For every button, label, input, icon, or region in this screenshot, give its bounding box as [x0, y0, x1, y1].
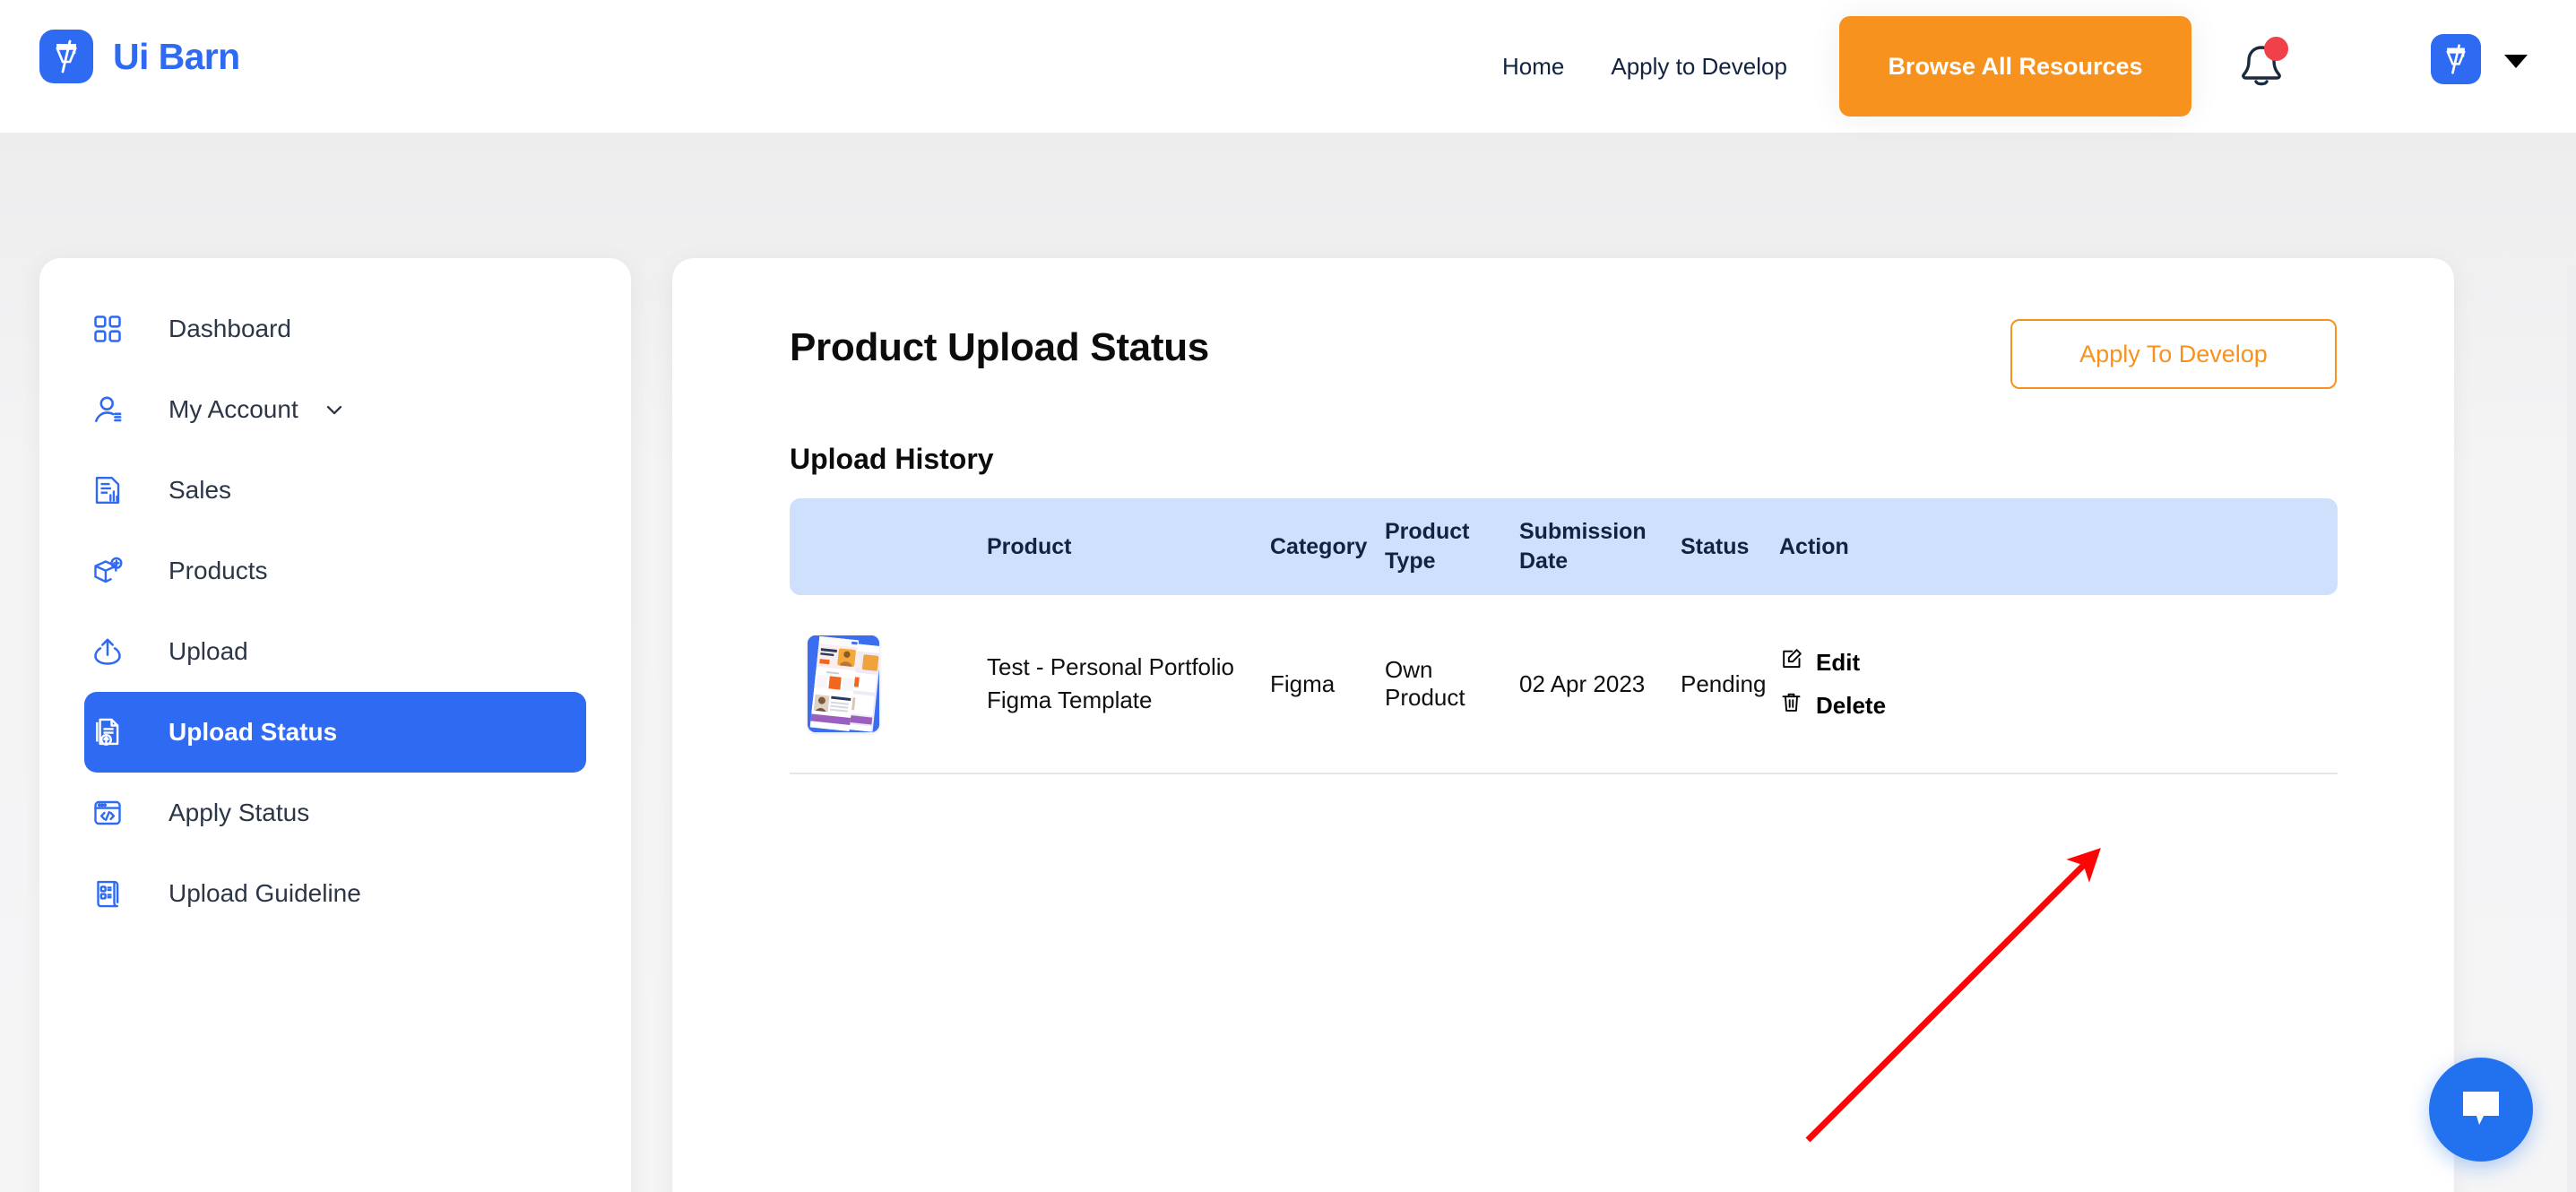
delete-label: Delete: [1816, 691, 1887, 719]
chat-widget-button[interactable]: [2429, 1058, 2533, 1162]
sidebar-item-apply-status[interactable]: Apply Status: [84, 773, 586, 853]
page-scrollbar[interactable]: [2567, 265, 2576, 1192]
box-add-icon: [84, 555, 131, 587]
sidebar: Dashboard My Account Sales Products Uplo…: [39, 258, 631, 1192]
grid-dashboard-icon: [84, 313, 131, 345]
user-account-icon: [84, 393, 131, 426]
brand-logo[interactable]: Ui Barn: [39, 30, 240, 83]
product-thumbnail: [808, 635, 879, 732]
nav-links: Home Apply to Develop: [1479, 0, 1811, 133]
table-header-category: Category: [1270, 533, 1368, 559]
edit-label: Edit: [1816, 648, 1861, 676]
sidebar-item-upload-status[interactable]: Upload Status: [84, 692, 586, 773]
product-type: Own Product: [1385, 656, 1465, 711]
sidebar-item-label: My Account: [169, 395, 298, 423]
delete-button[interactable]: Delete: [1779, 690, 2338, 721]
row-actions: Edit Delete: [1779, 647, 2338, 721]
chat-bubble-icon: [2463, 1092, 2499, 1125]
table-header-row: Product Category Product Type Submission…: [790, 498, 2338, 595]
table-header-submission-date-line1: Submission: [1519, 519, 1647, 544]
sidebar-item-sales[interactable]: Sales: [84, 450, 586, 531]
sidebar-item-my-account[interactable]: My Account: [84, 369, 586, 450]
product-thumbnail-cell: [790, 635, 965, 732]
status-badge: Pending: [1681, 669, 1767, 697]
sidebar-item-upload[interactable]: Upload: [84, 611, 586, 692]
table-header-product-type-line1: Product: [1385, 519, 1470, 544]
page-title: Product Upload Status: [790, 325, 1209, 369]
apply-to-develop-button[interactable]: Apply To Develop: [2010, 319, 2337, 389]
product-name: Test - Personal Portfolio Figma Template: [987, 653, 1235, 713]
edit-button[interactable]: Edit: [1779, 647, 2338, 678]
account-menu[interactable]: [2431, 34, 2528, 84]
sidebar-item-label: Upload Status: [169, 718, 338, 746]
sidebar-item-dashboard[interactable]: Dashboard: [84, 289, 586, 369]
product-category: Figma: [1270, 669, 1336, 697]
upload-icon: [84, 635, 131, 668]
sidebar-item-label: Dashboard: [169, 315, 291, 342]
brand-name: Ui Barn: [113, 35, 240, 77]
sidebar-item-products[interactable]: Products: [84, 531, 586, 611]
sidebar-item-label: Sales: [169, 476, 232, 504]
table-header-product-type-line2: Type: [1385, 548, 1436, 574]
top-navbar: Ui Barn Home Apply to Develop Browse All…: [0, 0, 2576, 133]
user-avatar-icon: [2431, 34, 2481, 84]
edit-pencil-icon: [1779, 647, 1803, 678]
table-header-product: Product: [987, 533, 1072, 559]
sidebar-item-label: Apply Status: [169, 799, 310, 826]
sidebar-item-upload-guideline[interactable]: Upload Guideline: [84, 853, 586, 934]
table-header-submission-date: Submission Date: [1519, 517, 1681, 576]
trash-bin-icon: [1779, 690, 1803, 721]
sidebar-item-label: Products: [169, 557, 268, 584]
table-header-action: Action: [1779, 533, 1849, 559]
sidebar-item-label: Upload: [169, 637, 248, 665]
notifications-button[interactable]: [2236, 37, 2288, 91]
submission-date: 02 Apr 2023: [1519, 669, 1646, 697]
upload-history-table: Product Category Product Type Submission…: [790, 498, 2338, 774]
page-body: Dashboard My Account Sales Products Uplo…: [0, 133, 2576, 1192]
scroll-checklist-icon: [84, 877, 131, 910]
section-title-upload-history: Upload History: [790, 443, 994, 475]
table-header-product-type: Product Type: [1385, 517, 1519, 576]
main-content-card: Product Upload Status Apply To Develop U…: [672, 258, 2454, 1192]
table-header-status: Status: [1681, 533, 1750, 559]
sidebar-item-label: Upload Guideline: [169, 879, 361, 907]
nav-link-home[interactable]: Home: [1479, 53, 1587, 81]
table-header-submission-date-line2: Date: [1519, 548, 1569, 574]
sales-report-icon: [84, 474, 131, 506]
chevron-down-icon: [2504, 54, 2528, 68]
app-page: Ui Barn Home Apply to Develop Browse All…: [0, 0, 2576, 1192]
nav-link-apply-to-develop[interactable]: Apply to Develop: [1587, 53, 1811, 81]
notification-badge-dot: [2264, 37, 2288, 61]
chevron-down-icon[interactable]: [322, 397, 347, 422]
ui-barn-logo-icon: [39, 30, 93, 83]
browse-all-resources-button[interactable]: Browse All Resources: [1839, 16, 2191, 117]
table-row: Test - Personal Portfolio Figma Template…: [790, 595, 2338, 774]
browser-code-icon: [84, 797, 131, 829]
document-upload-icon: [84, 716, 131, 748]
